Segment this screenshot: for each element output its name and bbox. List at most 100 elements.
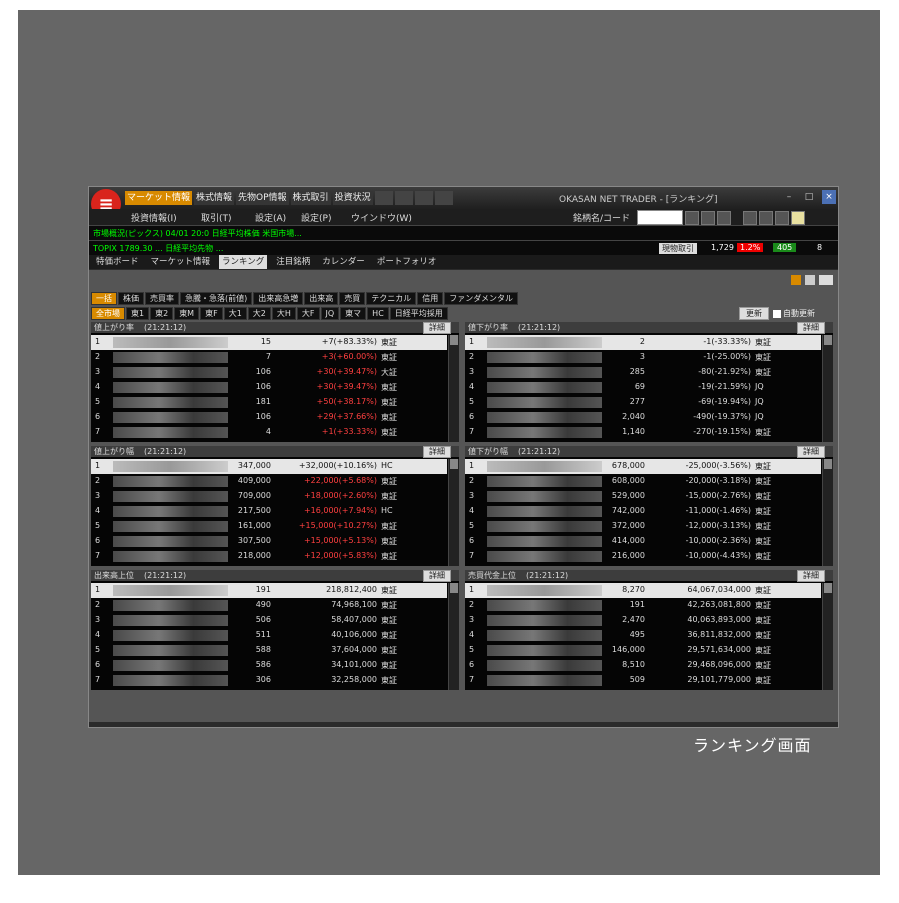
category-tab[interactable]: 株価 [118, 292, 144, 305]
toolbar-icon-3[interactable] [717, 211, 731, 225]
table-row[interactable]: 5 146,000 29,571,634,000 東証 [465, 643, 821, 658]
category-tab[interactable]: 一括 [91, 292, 117, 305]
table-row[interactable]: 5 588 37,604,000 東証 [91, 643, 447, 658]
table-row[interactable]: 6 307,500 +15,000(+5.13%) 東証 [91, 534, 447, 549]
toolbar-slot-1[interactable] [374, 191, 393, 205]
help-icon[interactable] [791, 211, 805, 225]
table-row[interactable]: 5 161,000 +15,000(+10.27%) 東証 [91, 519, 447, 534]
top-menu-stock-trade[interactable]: 株式取引 [290, 191, 331, 205]
table-row[interactable]: 4 742,000 -11,000(-1.46%) 東証 [465, 504, 821, 519]
top-menu-futures[interactable]: 先物OP情報 [236, 191, 289, 205]
table-row[interactable]: 5 372,000 -12,000(-3.13%) 東証 [465, 519, 821, 534]
table-row[interactable]: 7 509 29,101,779,000 東証 [465, 673, 821, 688]
category-tab[interactable]: 急騰・急落(前値) [180, 292, 253, 305]
table-row[interactable]: 3 529,000 -15,000(-2.76%) 東証 [465, 489, 821, 504]
settings-icon[interactable] [791, 275, 801, 285]
table-row[interactable]: 3 285 -80(-21.92%) 東証 [465, 365, 821, 380]
tab-board[interactable]: 特価ボード [93, 255, 142, 269]
scrollbar[interactable] [448, 335, 459, 442]
market-tab[interactable]: 東M [174, 307, 200, 320]
table-row[interactable]: 5 277 -69(-19.94%) JQ [465, 395, 821, 410]
table-row[interactable]: 4 495 36,811,832,000 東証 [465, 628, 821, 643]
tab-market-info[interactable]: マーケット情報 [148, 255, 214, 269]
table-row[interactable]: 6 8,510 29,468,096,000 東証 [465, 658, 821, 673]
table-row[interactable]: 4 217,500 +16,000(+7.94%) HC [91, 504, 447, 519]
toolbar-slot-4[interactable] [434, 191, 453, 205]
table-row[interactable]: 5 181 +50(+38.17%) 東証 [91, 395, 447, 410]
table-row[interactable]: 1 347,000 +32,000(+10.16%) HC [91, 459, 447, 474]
detail-button[interactable]: 詳細 [797, 322, 825, 334]
minimize-icon[interactable]: – [782, 190, 796, 204]
maximize-icon[interactable]: □ [802, 190, 816, 204]
table-row[interactable]: 2 3 -1(-25.00%) 東証 [465, 350, 821, 365]
window-layout-icon[interactable] [819, 275, 833, 285]
market-tab[interactable]: 大H [271, 307, 296, 320]
scroll-thumb[interactable] [450, 459, 458, 469]
table-row[interactable]: 6 586 34,101,000 東証 [91, 658, 447, 673]
menu-settings-a[interactable]: 設定(A) [255, 211, 286, 224]
top-menu-status[interactable]: 投資状況 [332, 191, 373, 205]
market-tab[interactable]: 全市場 [91, 307, 125, 320]
table-row[interactable]: 6 2,040 -490(-19.37%) JQ [465, 410, 821, 425]
table-row[interactable]: 1 191 218,812,400 東証 [91, 583, 447, 598]
market-tab[interactable]: 東1 [126, 307, 150, 320]
toolbar-icon-6[interactable] [775, 211, 789, 225]
scroll-thumb[interactable] [450, 583, 458, 593]
table-row[interactable]: 1 15 +7(+83.33%) 東証 [91, 335, 447, 350]
scrollbar[interactable] [822, 335, 833, 442]
table-row[interactable]: 3 106 +30(+39.47%) 大証 [91, 365, 447, 380]
tab-ranking[interactable]: ランキング [219, 255, 268, 269]
market-tab[interactable]: 日経平均採用 [389, 307, 448, 320]
table-row[interactable]: 7 4 +1(+33.33%) 東証 [91, 425, 447, 440]
toolbar-slot-3[interactable] [414, 191, 433, 205]
table-row[interactable]: 7 1,140 -270(-19.15%) 東証 [465, 425, 821, 440]
table-row[interactable]: 1 2 -1(-33.33%) 東証 [465, 335, 821, 350]
category-tab[interactable]: 出来高 [304, 292, 339, 305]
table-row[interactable]: 2 409,000 +22,000(+5.68%) 東証 [91, 474, 447, 489]
close-icon[interactable]: × [822, 190, 836, 204]
table-row[interactable]: 7 306 32,258,000 東証 [91, 673, 447, 688]
table-row[interactable]: 7 216,000 -10,000(-4.43%) 東証 [465, 549, 821, 564]
checkbox-icon[interactable] [773, 309, 781, 318]
scrollbar[interactable] [448, 583, 459, 690]
table-row[interactable]: 6 414,000 -10,000(-2.36%) 東証 [465, 534, 821, 549]
table-row[interactable]: 3 709,000 +18,000(+2.60%) 東証 [91, 489, 447, 504]
table-row[interactable]: 3 506 58,407,000 東証 [91, 613, 447, 628]
tab-watch[interactable]: 注目銘柄 [273, 255, 313, 269]
market-tab[interactable]: 東マ [340, 307, 367, 320]
market-tab[interactable]: JQ [320, 307, 340, 320]
update-button[interactable]: 更新 [739, 307, 769, 320]
detail-button[interactable]: 詳細 [423, 322, 451, 334]
market-tab[interactable]: 大F [296, 307, 320, 320]
table-row[interactable]: 2 490 74,968,100 東証 [91, 598, 447, 613]
table-row[interactable]: 4 106 +30(+39.47%) 東証 [91, 380, 447, 395]
toolbar-icon-2[interactable] [701, 211, 715, 225]
top-menu-stock-info[interactable]: 株式情報 [194, 191, 235, 205]
code-input[interactable] [637, 210, 683, 225]
table-row[interactable]: 2 191 42,263,081,800 東証 [465, 598, 821, 613]
scrollbar[interactable] [822, 583, 833, 690]
scrollbar[interactable] [448, 459, 459, 566]
tab-calendar[interactable]: カレンダー [319, 255, 368, 269]
toolbar-icon-5[interactable] [759, 211, 773, 225]
table-row[interactable]: 3 2,470 40,063,893,000 東証 [465, 613, 821, 628]
market-tab[interactable]: 大1 [223, 307, 247, 320]
detail-button[interactable]: 詳細 [423, 570, 451, 582]
menu-trade[interactable]: 取引(T) [201, 211, 232, 224]
market-tab[interactable]: 東2 [150, 307, 174, 320]
kubun-select[interactable]: 現物取引 [659, 243, 697, 254]
table-row[interactable]: 2 608,000 -20,000(-3.18%) 東証 [465, 474, 821, 489]
category-tab[interactable]: 売買率 [145, 292, 179, 305]
toolbar-icon-1[interactable] [685, 211, 699, 225]
scroll-thumb[interactable] [824, 583, 832, 593]
scroll-thumb[interactable] [824, 459, 832, 469]
table-row[interactable]: 7 218,000 +12,000(+5.83%) 東証 [91, 549, 447, 564]
scroll-thumb[interactable] [450, 335, 458, 345]
menu-settings-p[interactable]: 設定(P) [301, 211, 331, 224]
table-row[interactable]: 2 7 +3(+60.00%) 東証 [91, 350, 447, 365]
detail-button[interactable]: 詳細 [423, 446, 451, 458]
toolbar-icon-4[interactable] [743, 211, 757, 225]
detail-button[interactable]: 詳細 [797, 570, 825, 582]
table-row[interactable]: 1 678,000 -25,000(-3.56%) 東証 [465, 459, 821, 474]
table-row[interactable]: 4 69 -19(-21.59%) JQ [465, 380, 821, 395]
